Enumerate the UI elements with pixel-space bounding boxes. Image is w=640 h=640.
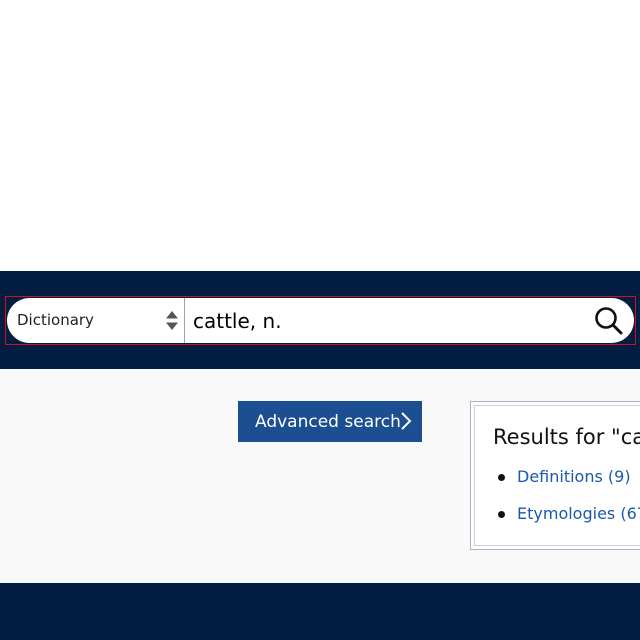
result-link-definitions[interactable]: Definitions (9) — [517, 467, 631, 486]
bullet-icon — [498, 511, 505, 518]
search-scope-label: Dictionary — [17, 311, 94, 329]
search-input[interactable] — [193, 298, 589, 343]
bullet-icon — [498, 474, 505, 481]
page-top-blank — [0, 0, 640, 271]
advanced-search-label: Advanced search — [255, 411, 401, 432]
search-scope-select[interactable]: Dictionary — [7, 298, 185, 343]
search-submit-button[interactable] — [593, 305, 625, 337]
advanced-search-button[interactable]: Advanced search — [238, 401, 422, 442]
results-heading: Results for "ca — [493, 425, 640, 449]
sort-arrows-icon — [166, 311, 178, 330]
magnifier-icon — [595, 307, 623, 335]
search-bar: Dictionary — [7, 298, 634, 343]
footer-band — [0, 583, 640, 640]
result-link-etymologies[interactable]: Etymologies (67) — [517, 504, 640, 523]
chevron-right-icon — [401, 412, 412, 430]
